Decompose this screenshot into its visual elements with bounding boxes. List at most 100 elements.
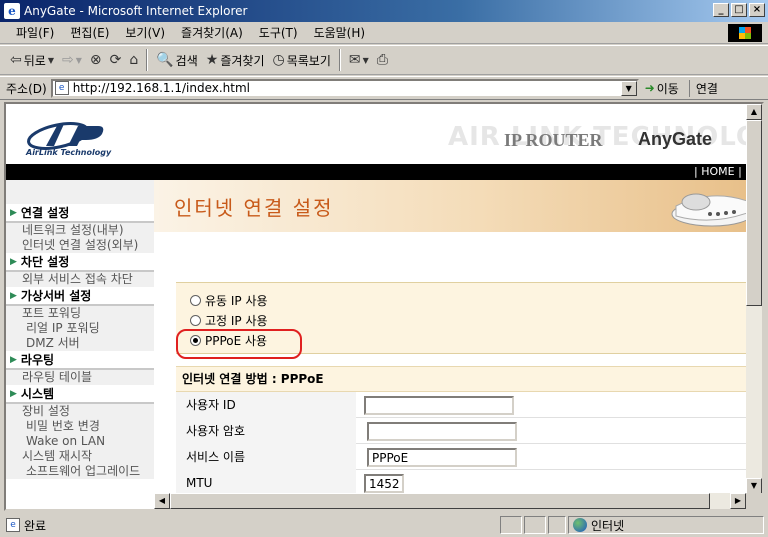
menu-bar: 파일(F) 편집(E) 보기(V) 즐겨찾기(A) 도구(T) 도움말(H) — [0, 22, 768, 44]
stop-button[interactable]: ⊗ — [86, 52, 106, 68]
sidebar-item-dmz[interactable]: DMZ 서버 — [6, 336, 154, 351]
menu-file[interactable]: 파일(F) — [8, 24, 62, 41]
search-button[interactable]: 🔍 검색 — [152, 52, 202, 69]
top-nav-bar: | HOME | MA — [6, 164, 762, 180]
dropdown-arrow-icon: ▼ — [75, 55, 82, 65]
links-button[interactable]: 연결 — [688, 79, 718, 97]
option-static-ip[interactable]: 고정 IP 사용 — [190, 311, 268, 329]
mail-button[interactable]: ✉ ▼ — [345, 52, 373, 68]
triangle-right-icon: ▶ — [10, 256, 17, 267]
sidebar-section-connection[interactable]: ▶ 연결 설정 — [6, 204, 154, 223]
go-button[interactable]: ➜ 이동 — [645, 80, 679, 97]
scroll-up-button[interactable]: ▲ — [746, 104, 762, 120]
triangle-right-icon: ▶ — [10, 290, 17, 301]
sidebar-item-restart[interactable]: 시스템 재시작 — [6, 449, 154, 464]
history-button[interactable]: ◷ 목록보기 — [269, 52, 335, 69]
status-panel — [548, 516, 566, 534]
sidebar-item-password[interactable]: 비밀 번호 변경 — [6, 419, 154, 434]
address-input[interactable]: e http://192.168.1.1/index.html ▼ — [50, 78, 639, 98]
address-url: http://192.168.1.1/index.html — [72, 81, 250, 95]
scroll-corner — [746, 493, 762, 509]
sidebar-item-internet-setup[interactable]: 인터넷 연결 설정(외부) — [6, 238, 154, 253]
product-name: AnyGate — [638, 129, 713, 149]
user-id-input[interactable] — [364, 396, 514, 415]
scroll-down-button[interactable]: ▼ — [746, 478, 762, 494]
sidebar-section-system[interactable]: ▶ 시스템 — [6, 385, 154, 404]
menu-favorites[interactable]: 즐겨찾기(A) — [173, 24, 251, 41]
option-dynamic-ip[interactable]: 유동 IP 사용 — [190, 291, 268, 309]
sidebar-item-wake-on-lan[interactable]: Wake on LAN — [6, 434, 154, 449]
menu-tools[interactable]: 도구(T) — [251, 24, 306, 41]
sidebar-item-service-block[interactable]: 외부 서비스 접속 차단 — [6, 272, 154, 287]
option-label: 고정 IP 사용 — [205, 313, 268, 328]
scroll-right-button[interactable]: ▶ — [730, 493, 746, 509]
main-content: 인터넷 연결 설정 유동 IP 사용 고정 IP 사용 PPPoE 사용 인터넷… — [154, 180, 746, 509]
history-label: 목록보기 — [286, 53, 331, 68]
connection-mode-group: 유동 IP 사용 고정 IP 사용 PPPoE 사용 — [176, 282, 746, 359]
forward-button[interactable]: ⇨ ▼ — [58, 52, 86, 68]
status-panel — [524, 516, 546, 534]
sidebar-item-routing-table[interactable]: 라우팅 테이블 — [6, 370, 154, 385]
service-name-label: 서비스 이름 — [176, 444, 356, 470]
window-title: AnyGate - Microsoft Internet Explorer — [24, 4, 248, 18]
sidebar-section-virtual-server[interactable]: ▶ 가상서버 설정 — [6, 287, 154, 306]
sidebar-item-firmware-upgrade[interactable]: 소프트웨어 업그레이드 — [6, 464, 154, 479]
form-row: 사용자 ID — [176, 392, 746, 418]
service-name-input[interactable] — [367, 448, 517, 467]
mtu-input[interactable] — [364, 474, 404, 493]
title-bar: e AnyGate - Microsoft Internet Explorer … — [0, 0, 768, 22]
print-button[interactable]: ⎙ — [373, 52, 392, 68]
sidebar-item-port-forwarding[interactable]: 포트 포워딩 — [6, 306, 154, 321]
minimize-button[interactable]: _ — [713, 3, 729, 17]
dropdown-arrow-icon: ▼ — [362, 55, 369, 65]
option-label: 유동 IP 사용 — [205, 293, 268, 308]
page-title: 인터넷 연결 설정 — [174, 196, 334, 220]
sidebar-section-routing[interactable]: ▶ 라우팅 — [6, 351, 154, 370]
menu-edit[interactable]: 편집(E) — [62, 24, 117, 41]
horizontal-scroll-thumb[interactable] — [170, 493, 710, 509]
site-header: AirLink Technology AIR LINK TECHNOLOGY I… — [6, 104, 762, 164]
triangle-right-icon: ▶ — [10, 388, 17, 399]
sidebar-item-network-internal[interactable]: 네트워크 설정(내부) — [6, 223, 154, 238]
windows-logo-icon — [728, 24, 762, 42]
router-image — [671, 193, 746, 227]
page-icon: e — [54, 81, 69, 95]
sidebar-item-real-ip-forwarding[interactable]: 리얼 IP 포워딩 — [6, 321, 154, 336]
logo-text: AirLink Technology — [26, 148, 112, 157]
product-type: IP ROUTER — [504, 130, 603, 150]
password-label: 사용자 암호 — [176, 418, 356, 444]
go-arrow-icon: ➜ — [644, 81, 655, 95]
method-title: 인터넷 연결 방법 : PPPoE — [176, 366, 746, 392]
home-button[interactable]: ⌂ — [125, 52, 142, 68]
address-bar: 주소(D) e http://192.168.1.1/index.html ▼ … — [0, 76, 768, 100]
close-button[interactable]: × — [749, 3, 765, 17]
toolbar-separator — [146, 49, 149, 71]
status-bar: e 완료 인터넷 — [0, 513, 768, 537]
password-input[interactable] — [367, 422, 517, 441]
radio-dynamic-ip[interactable] — [190, 294, 201, 306]
security-zone: 인터넷 — [568, 516, 764, 534]
vertical-scrollbar[interactable]: ▲ ▼ — [746, 104, 762, 494]
maximize-button[interactable]: □ — [731, 3, 747, 17]
horizontal-scrollbar[interactable]: ◀ ▶ — [154, 493, 746, 509]
refresh-icon: ⟳ — [109, 52, 122, 68]
status-text: 완료 — [24, 518, 47, 533]
sidebar-section-title: 라우팅 — [20, 353, 55, 367]
search-label: 검색 — [175, 53, 198, 68]
sidebar-item-device-setup[interactable]: 장비 설정 — [6, 404, 154, 419]
sidebar-section-blocking[interactable]: ▶ 차단 설정 — [6, 253, 154, 272]
radio-static-ip[interactable] — [190, 314, 201, 326]
menu-view[interactable]: 보기(V) — [117, 24, 173, 41]
triangle-right-icon: ▶ — [10, 354, 17, 365]
menu-help[interactable]: 도움말(H) — [306, 24, 374, 41]
ie-icon: e — [4, 3, 20, 19]
back-button[interactable]: ⇦ 뒤로 ▼ — [6, 52, 58, 69]
refresh-button[interactable]: ⟳ — [106, 52, 126, 68]
address-dropdown[interactable]: ▼ — [620, 80, 637, 96]
sidebar-section-title: 가상서버 설정 — [20, 289, 92, 303]
vertical-scroll-thumb[interactable] — [746, 120, 762, 306]
mail-icon: ✉ — [348, 52, 361, 68]
scroll-left-button[interactable]: ◀ — [154, 493, 170, 509]
zone-label: 인터넷 — [591, 518, 625, 533]
favorites-button[interactable]: ★ 즐겨찾기 — [202, 52, 269, 69]
